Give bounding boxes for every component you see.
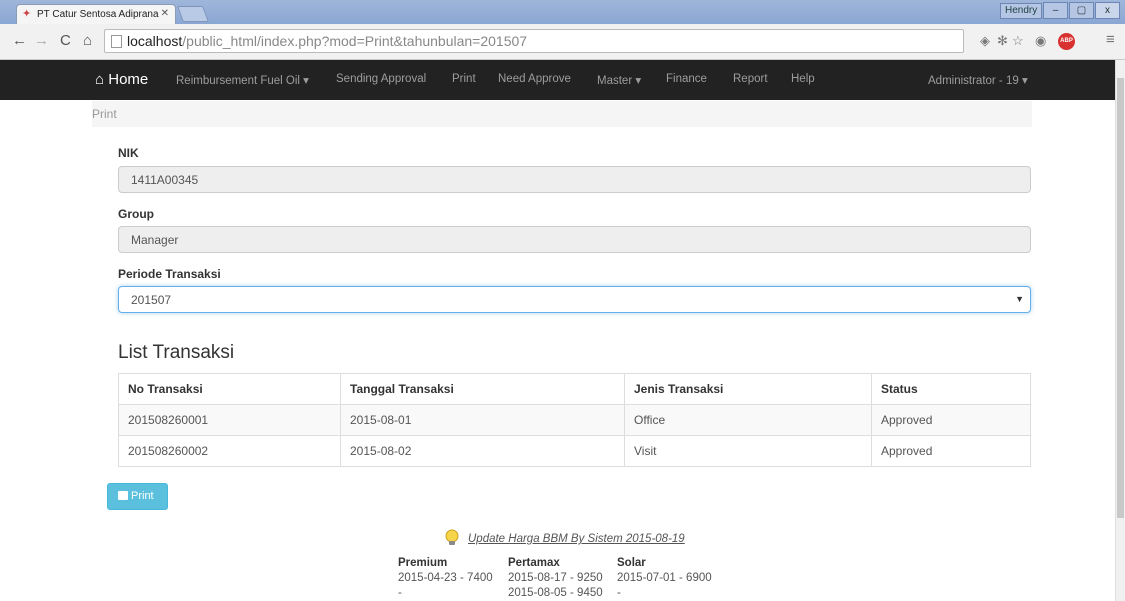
nik-label: NIK <box>118 146 139 160</box>
periode-value: 201507 <box>131 293 172 307</box>
table-header-row: No Transaksi Tanggal Transaksi Jenis Tra… <box>118 373 1031 405</box>
table-row: 201508260001 2015-08-01 Office Approved <box>118 404 1031 436</box>
nav-help[interactable]: Help <box>791 73 815 85</box>
maximize-button[interactable]: ▢ <box>1069 2 1094 19</box>
site-favicon-icon: ✦ <box>22 8 32 20</box>
address-bar[interactable]: localhost/public_html/index.php?mod=Prin… <box>104 29 964 53</box>
group-field[interactable]: Manager <box>118 226 1031 253</box>
extension-gear-icon[interactable]: ✻ <box>997 33 1008 49</box>
main-navbar: ⌂ Home Reimbursement Fuel Oil ▾ Sending … <box>0 60 1125 100</box>
cell-tanggal: 2015-08-01 <box>340 404 625 436</box>
menu-icon[interactable]: ≡ <box>1106 31 1115 48</box>
cell-status: Approved <box>871 435 1031 467</box>
bbm-pertamax-line: 2015-08-17 - 9250 <box>508 572 603 584</box>
tab-title: PT Catur Sentosa Adiprana <box>37 9 159 20</box>
minimize-button[interactable]: – <box>1043 2 1068 19</box>
browser-titlebar: ✦ PT Catur Sentosa Adiprana ✕ Hendry – ▢… <box>0 0 1125 24</box>
printer-icon <box>118 491 128 500</box>
extension-cube-icon[interactable]: ◈ <box>980 33 990 49</box>
reload-icon[interactable]: C <box>60 32 71 49</box>
url-host: localhost <box>127 33 183 49</box>
back-icon[interactable]: ← <box>12 32 27 49</box>
update-bbm-link[interactable]: Update Harga BBM By Sistem 2015-08-19 <box>468 533 685 545</box>
bbm-pertamax-column: Pertamax 2015-08-17 - 9250 2015-08-05 - … <box>508 556 603 601</box>
col-jenis: Jenis Transaksi <box>624 373 872 405</box>
transaction-table: No Transaksi Tanggal Transaksi Jenis Tra… <box>118 373 1031 467</box>
page-scrollbar-thumb[interactable] <box>1117 78 1124 518</box>
list-title: List Transaksi <box>118 342 235 363</box>
adblock-icon[interactable]: ABP <box>1058 33 1075 50</box>
nav-user-menu[interactable]: Administrator - 19 ▾ <box>928 73 1028 87</box>
bbm-pertamax-header: Pertamax <box>508 557 560 569</box>
nav-home-label: Home <box>108 71 149 88</box>
bbm-premium-column: Premium 2015-04-23 - 7400 - <box>398 556 493 601</box>
browser-tab[interactable]: ✦ PT Catur Sentosa Adiprana ✕ <box>16 4 176 24</box>
nav-report[interactable]: Report <box>733 73 768 85</box>
cell-no: 201508260002 <box>118 435 341 467</box>
bbm-solar-column: Solar 2015-07-01 - 6900 - <box>617 556 712 601</box>
print-button-label: Print <box>131 490 154 502</box>
group-label: Group <box>118 207 154 221</box>
new-tab-button[interactable] <box>177 6 209 22</box>
nav-reimbursement[interactable]: Reimbursement Fuel Oil ▾ <box>176 73 309 87</box>
bbm-premium-line: 2015-04-23 - 7400 <box>398 572 493 584</box>
bbm-pertamax-line: 2015-08-05 - 9450 <box>508 587 603 599</box>
col-status: Status <box>871 373 1031 405</box>
print-button[interactable]: Print <box>107 483 168 510</box>
close-window-button[interactable]: x <box>1095 2 1120 19</box>
browser-toolbar: ← → C ⌂ localhost/public_html/index.php?… <box>0 24 1125 60</box>
col-no-transaksi: No Transaksi <box>118 373 341 405</box>
table-row: 201508260002 2015-08-02 Visit Approved <box>118 435 1031 467</box>
bbm-solar-header: Solar <box>617 557 646 569</box>
forward-icon[interactable]: → <box>34 32 49 49</box>
periode-label: Periode Transaksi <box>118 267 221 281</box>
cell-jenis: Office <box>624 404 872 436</box>
browser-user-badge[interactable]: Hendry <box>1000 3 1043 19</box>
nav-master[interactable]: Master ▾ <box>597 73 641 87</box>
bbm-solar-line: - <box>617 587 621 599</box>
bbm-premium-line: - <box>398 587 402 599</box>
home-icon[interactable]: ⌂ <box>83 32 92 49</box>
home-nav-icon: ⌂ <box>95 71 105 88</box>
nav-sending-approval[interactable]: Sending Approval <box>336 73 426 85</box>
nav-need-approve[interactable]: Need Approve <box>498 73 571 85</box>
periode-select[interactable]: 201507 ▼ <box>118 286 1031 313</box>
cell-no: 201508260001 <box>118 404 341 436</box>
nav-print[interactable]: Print <box>452 73 476 85</box>
url-path: /public_html/index.php?mod=Print&tahunbu… <box>182 33 528 49</box>
nav-home[interactable]: ⌂ Home <box>95 71 148 88</box>
nav-finance[interactable]: Finance <box>666 73 707 85</box>
caret-down-icon: ▼ <box>1015 294 1024 304</box>
nik-field[interactable]: 1411A00345 <box>118 166 1031 193</box>
tab-close-icon[interactable]: ✕ <box>161 8 169 19</box>
col-tanggal: Tanggal Transaksi <box>340 373 625 405</box>
extension-shield-icon[interactable]: ◉ <box>1035 33 1046 49</box>
bbm-premium-header: Premium <box>398 557 448 569</box>
cell-tanggal: 2015-08-02 <box>340 435 625 467</box>
breadcrumb: Print <box>92 101 1032 127</box>
cell-status: Approved <box>871 404 1031 436</box>
bookmark-star-icon[interactable]: ☆ <box>1012 33 1024 49</box>
page-icon <box>111 35 122 48</box>
cell-jenis: Visit <box>624 435 872 467</box>
lightbulb-icon <box>445 529 459 545</box>
bbm-solar-line: 2015-07-01 - 6900 <box>617 572 712 584</box>
